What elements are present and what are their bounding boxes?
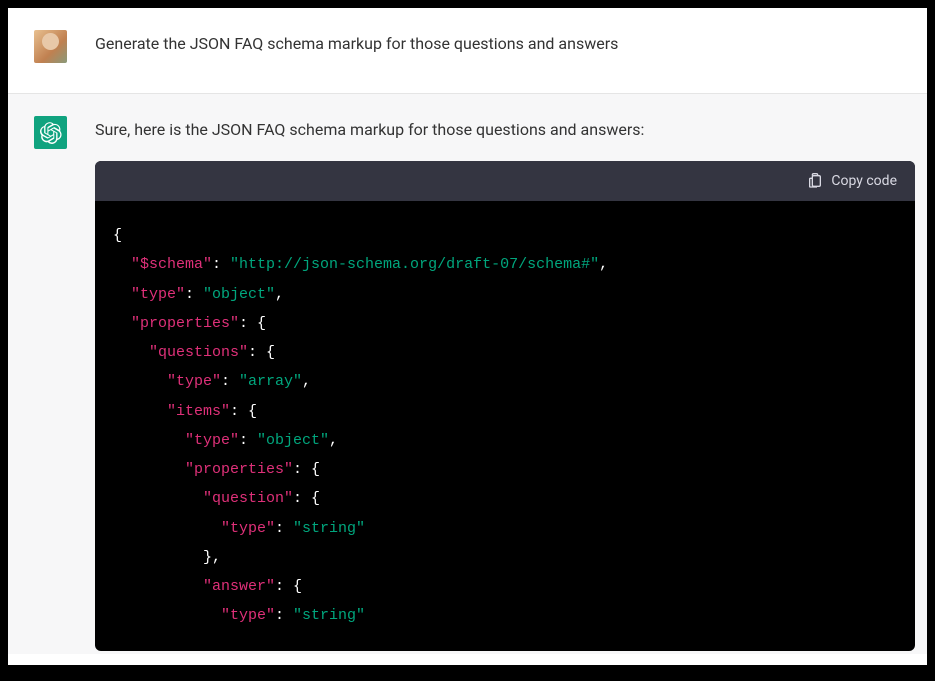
user-avatar [34,30,67,63]
assistant-avatar [34,116,67,149]
code-content: { "$schema": "http://json-schema.org/dra… [95,201,915,651]
assistant-content: Sure, here is the JSON FAQ schema markup… [95,116,915,651]
openai-logo-icon [40,122,62,144]
copy-code-button[interactable]: Copy code [807,173,897,189]
user-message-text: Generate the JSON FAQ schema markup for … [95,30,618,53]
user-message-row: Generate the JSON FAQ schema markup for … [8,8,927,93]
copy-code-label: Copy code [831,173,897,189]
clipboard-icon [807,173,823,189]
code-block-header: Copy code [95,161,915,201]
code-block: Copy code { "$schema": "http://json-sche… [95,161,915,651]
assistant-message-row: Sure, here is the JSON FAQ schema markup… [8,94,927,654]
assistant-message-text: Sure, here is the JSON FAQ schema markup… [95,120,915,139]
